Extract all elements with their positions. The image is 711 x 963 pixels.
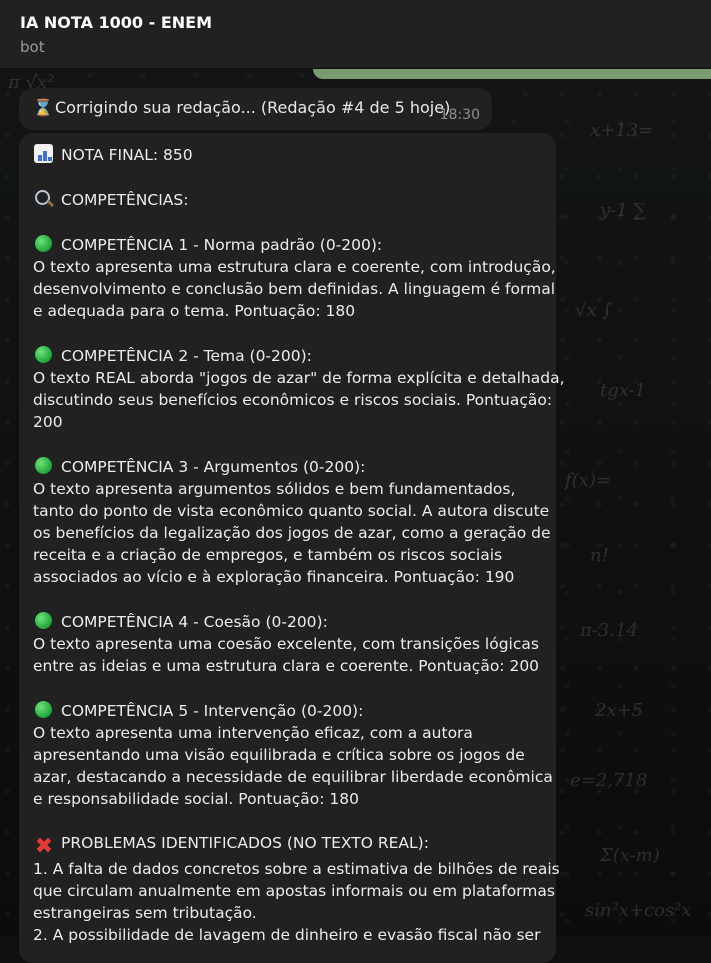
result-message: NOTA FINAL: 850 COMPETÊNCIAS: COMPETÊNCI…	[19, 133, 565, 963]
competencia-text-line: O texto apresenta uma coesão excelente, …	[33, 635, 539, 653]
competencia-text-line: desenvolvimento e conclusão bem definida…	[33, 280, 555, 298]
competencia-text-line: O texto apresenta uma intervenção eficaz…	[33, 724, 473, 742]
problemas-section: ✖ PROBLEMAS IDENTIFICADOS (NO TEXTO REAL)…	[33, 832, 560, 946]
chat-title: IA NOTA 1000 - ENEM	[20, 13, 213, 32]
green-circle-icon	[33, 233, 55, 255]
competencia-text-line: azar, destacando a necessidade de equili…	[33, 768, 553, 786]
competencia-title: COMPETÊNCIA 4 - Coesão (0-200):	[61, 613, 328, 631]
competencias-heading-line: COMPETÊNCIAS:	[33, 188, 546, 211]
competencia-1: COMPETÊNCIA 1 - Norma padrão (0-200): O …	[33, 233, 556, 322]
problema-text-line: 1. A falta de dados concretos sobre a es…	[33, 860, 560, 878]
competencia-text-line: apresentando uma visão equilibrada e crí…	[33, 746, 525, 764]
competencia-title: COMPETÊNCIA 5 - Intervenção (0-200):	[61, 702, 364, 720]
chat-header[interactable]: IA NOTA 1000 - ENEM bot	[0, 0, 711, 69]
green-circle-icon	[33, 455, 55, 477]
status-message-text: Corrigindo sua redação... (Redação #4 de…	[55, 98, 451, 117]
competencia-text-line: os benefícios da legalização dos jogos d…	[33, 524, 551, 542]
competencia-text-line: 200	[33, 413, 63, 431]
hourglass-icon: ⌛	[33, 98, 53, 117]
bar-chart-icon	[33, 143, 55, 165]
competencia-5: COMPETÊNCIA 5 - Intervenção (0-200): O t…	[33, 699, 553, 810]
competencia-text-line: O texto apresenta argumentos sólidos e b…	[33, 480, 516, 498]
green-circle-icon	[33, 344, 55, 366]
competencia-text-line: e responsabilidade social. Pontuação: 18…	[33, 790, 360, 808]
cross-mark-icon: ✖	[34, 834, 54, 859]
competencia-text-line: O texto apresenta uma estrutura clara e …	[33, 258, 556, 276]
competencia-text-line: e adequada para o tema. Pontuação: 180	[33, 302, 356, 320]
problema-text-line: estrangeiras sem tributação.	[33, 904, 257, 922]
competencia-3: COMPETÊNCIA 3 - Argumentos (0-200): O te…	[33, 455, 551, 588]
competencia-title: COMPETÊNCIA 3 - Argumentos (0-200):	[61, 458, 366, 476]
green-circle-icon	[33, 699, 55, 721]
competencia-text-line: discutindo seus benefícios econômicos e …	[33, 391, 553, 409]
competencia-text-line: receita e a criação de empregos, e també…	[33, 546, 503, 564]
competencia-text-line: entre as ideias e uma estrutura clara e …	[33, 657, 540, 675]
competencia-text-line: O texto REAL aborda "jogos de azar" de f…	[33, 369, 565, 387]
problema-text-line: 2. A possibilidade de lavagem de dinheir…	[33, 926, 541, 944]
competencias-heading: COMPETÊNCIAS:	[61, 191, 189, 209]
nota-final-line: NOTA FINAL: 850	[33, 143, 546, 166]
competencia-text-line: associados ao vício e à exploração finan…	[33, 568, 515, 586]
problemas-heading: PROBLEMAS IDENTIFICADOS (NO TEXTO REAL):	[61, 834, 429, 852]
green-circle-icon	[33, 610, 55, 632]
message-time: 18:30	[439, 107, 480, 123]
competencia-title: COMPETÊNCIA 1 - Norma padrão (0-200):	[61, 236, 383, 254]
chat-subtitle: bot	[20, 38, 45, 56]
competencia-text-line: tanto do ponto de vista econômico quanto…	[33, 502, 550, 520]
problema-text-line: que circulam anualmente em apostas infor…	[33, 882, 555, 900]
nota-final: NOTA FINAL: 850	[61, 146, 193, 164]
competencia-4: COMPETÊNCIA 4 - Coesão (0-200): O texto …	[33, 610, 546, 677]
magnifier-icon	[33, 188, 55, 210]
status-message: ⌛ Corrigindo sua redação... (Redação #4 d…	[19, 88, 492, 130]
outgoing-message-bubble	[313, 69, 711, 79]
competencia-2: COMPETÊNCIA 2 - Tema (0-200): O texto RE…	[33, 344, 565, 433]
competencia-title: COMPETÊNCIA 2 - Tema (0-200):	[61, 347, 312, 365]
